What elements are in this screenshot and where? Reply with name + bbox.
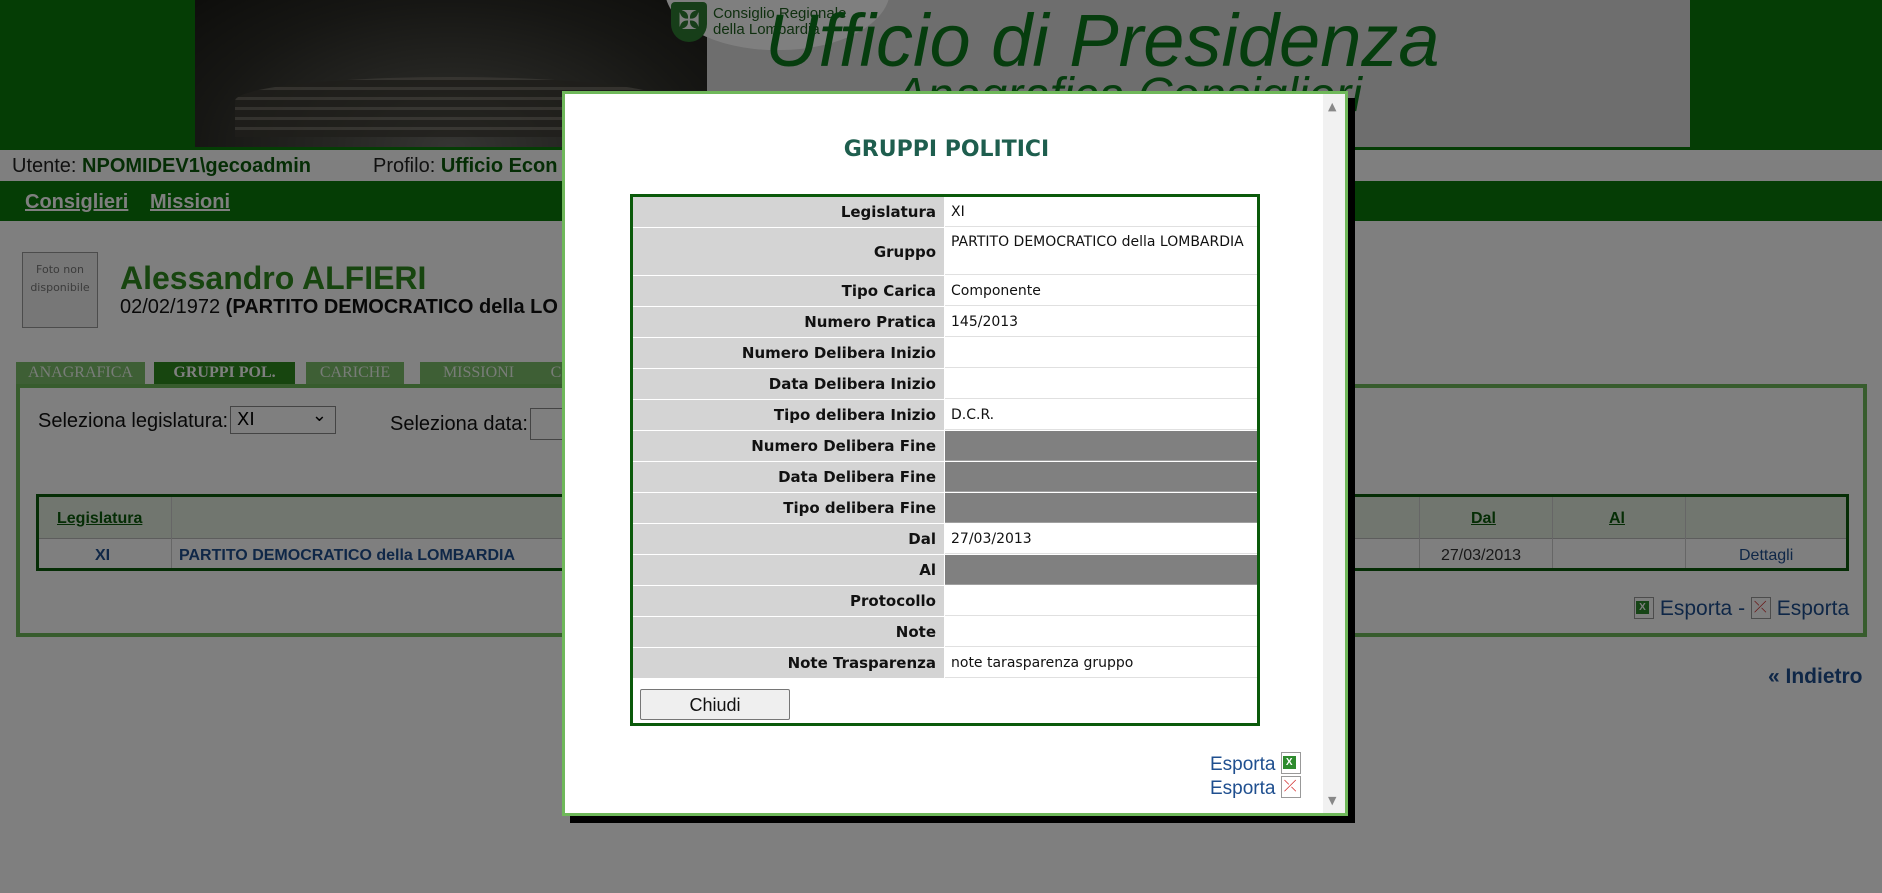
detail-row: Data Delibera Inizio xyxy=(633,369,1257,400)
modal-export-excel[interactable]: Esporta xyxy=(1210,752,1301,776)
detail-value xyxy=(945,555,1257,585)
detail-row: Al xyxy=(633,555,1257,586)
detail-row: Protocollo xyxy=(633,586,1257,617)
detail-value xyxy=(945,586,1257,616)
detail-value xyxy=(945,462,1257,492)
detail-row: Legislatura XI xyxy=(633,197,1257,228)
detail-table: Legislatura XI Gruppo PARTITO DEMOCRATICO d… xyxy=(630,194,1260,726)
detail-value xyxy=(945,338,1257,368)
detail-label: Data Delibera Fine xyxy=(633,462,944,492)
detail-row: Note xyxy=(633,617,1257,648)
scroll-down-icon[interactable]: ▼ xyxy=(1328,794,1336,807)
pdf-icon[interactable] xyxy=(1280,776,1301,798)
detail-label: Al xyxy=(633,555,944,585)
modal-export-excel-label[interactable]: Esporta xyxy=(1210,754,1275,775)
detail-label: Note Trasparenza xyxy=(633,648,944,678)
modal-export-pdf[interactable]: Esporta xyxy=(1210,776,1301,800)
detail-label: Numero Pratica xyxy=(633,307,944,337)
detail-value: note tarasparenza gruppo xyxy=(945,648,1257,678)
detail-row: Tipo delibera Fine xyxy=(633,493,1257,524)
detail-value: 145/2013 xyxy=(945,307,1257,337)
detail-value xyxy=(945,369,1257,399)
detail-row: Numero Pratica 145/2013 xyxy=(633,307,1257,338)
detail-value xyxy=(945,493,1257,523)
detail-label: Gruppo xyxy=(633,228,944,275)
modal-title: GRUPPI POLITICI xyxy=(843,137,1050,162)
detail-label: Dal xyxy=(633,524,944,554)
detail-label: Legislatura xyxy=(633,197,944,227)
detail-row: Note Trasparenza note tarasparenza gruppo xyxy=(633,648,1257,679)
gruppi-politici-dialog: ▲ ▼ GRUPPI POLITICI Legislatura XI Gruppo P… xyxy=(562,91,1348,816)
detail-value xyxy=(945,431,1257,461)
detail-row: Data Delibera Fine xyxy=(633,462,1257,493)
modal-scrollbar[interactable]: ▲ ▼ xyxy=(1323,94,1345,813)
close-button[interactable]: Chiudi xyxy=(640,689,790,720)
detail-label: Data Delibera Inizio xyxy=(633,369,944,399)
detail-label: Note xyxy=(633,617,944,647)
detail-label: Numero Delibera Fine xyxy=(633,431,944,461)
detail-label: Tipo delibera Fine xyxy=(633,493,944,523)
detail-row: Numero Delibera Fine xyxy=(633,431,1257,462)
scroll-up-icon[interactable]: ▲ xyxy=(1328,100,1336,113)
detail-value xyxy=(945,617,1257,647)
modal-export-pdf-label[interactable]: Esporta xyxy=(1210,778,1275,799)
detail-value: D.C.R. xyxy=(945,400,1257,430)
detail-label: Numero Delibera Inizio xyxy=(633,338,944,368)
detail-value: 27/03/2013 xyxy=(945,524,1257,554)
detail-value: XI xyxy=(945,197,1257,227)
detail-value: PARTITO DEMOCRATICO della LOMBARDIA xyxy=(945,228,1257,275)
detail-label: Tipo Carica xyxy=(633,276,944,306)
detail-label: Tipo delibera Inizio xyxy=(633,400,944,430)
detail-row: Dal 27/03/2013 xyxy=(633,524,1257,555)
detail-label: Protocollo xyxy=(633,586,944,616)
detail-row: Tipo Carica Componente xyxy=(633,276,1257,307)
excel-icon[interactable] xyxy=(1280,752,1301,774)
detail-row: Tipo delibera Inizio D.C.R. xyxy=(633,400,1257,431)
detail-value: Componente xyxy=(945,276,1257,306)
detail-row: Gruppo PARTITO DEMOCRATICO della LOMBARDI… xyxy=(633,228,1257,276)
detail-row: Numero Delibera Inizio xyxy=(633,338,1257,369)
